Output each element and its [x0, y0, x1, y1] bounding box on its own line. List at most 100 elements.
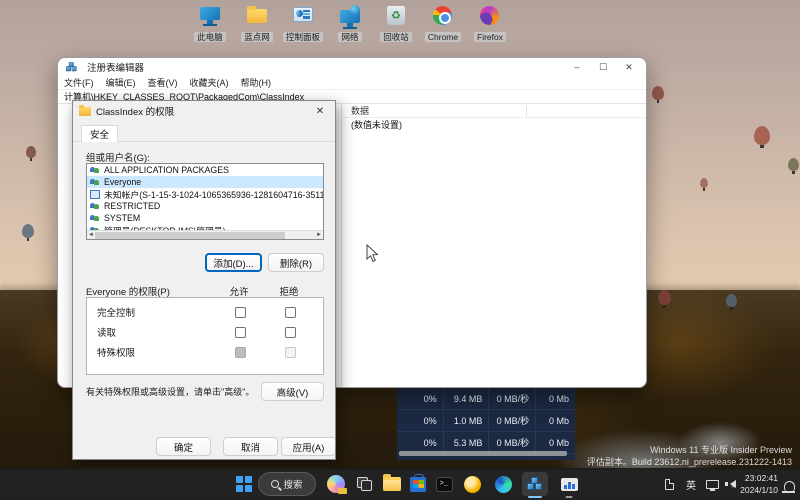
desktop-icon-network[interactable]: 网络 [327, 5, 373, 43]
taskmgr-process-row[interactable]: 0% 9.4 MB 0 MB/秒 0 Mb [397, 388, 575, 410]
column-divider[interactable] [526, 106, 527, 116]
user-list-item[interactable]: SYSTEM [87, 212, 323, 224]
regedit-titlebar[interactable]: 注册表编辑器 – ☐ ✕ [58, 58, 646, 76]
scrollbar-thumb[interactable] [95, 232, 285, 239]
orange-app-button[interactable] [459, 472, 485, 496]
desktop-icon-label: 此电脑 [194, 32, 226, 42]
this-pc-icon [198, 5, 222, 27]
user-list-item[interactable]: 未知帐户(S-1-15-3-1024-1065365936-1281604716… [87, 188, 323, 200]
permissions-for-label: Everyone 的权限(P) [86, 287, 170, 298]
user-list-item[interactable]: ALL APPLICATION PACKAGES [87, 164, 323, 176]
task-manager-taskbar-button[interactable] [556, 472, 582, 498]
apply-button[interactable]: 应用(A) [281, 437, 335, 456]
desktop: 此电脑 蓝点网 控制面板 网络 ♻ 回收站 Chrome Firefox 蓝点网… [0, 0, 800, 500]
remove-button[interactable]: 删除(R) [268, 253, 324, 272]
task-view-button[interactable] [352, 472, 378, 496]
allow-checkbox[interactable] [234, 306, 246, 318]
deny-checkbox[interactable] [284, 306, 296, 318]
control-panel-icon [291, 5, 315, 27]
registry-editor-taskbar-button[interactable] [522, 472, 548, 498]
taskmgr-network-cell: 0 Mb [548, 437, 569, 448]
copilot-button[interactable] [323, 472, 349, 496]
speaker-muted-icon [725, 480, 736, 490]
ok-button[interactable]: 确定 [156, 437, 211, 456]
desktop-icon-recycle-bin[interactable]: ♻ 回收站 [373, 5, 419, 43]
taskmgr-disk-cell: 0 MB/秒 [489, 388, 537, 409]
scroll-right-arrow[interactable]: ► [315, 231, 323, 239]
dialog-titlebar[interactable]: ClassIndex 的权限 ✕ [73, 101, 335, 121]
hot-air-balloon [26, 146, 36, 161]
allow-column-header: 允许 [229, 287, 249, 298]
taskbar-clock[interactable]: 23:02:41 2024/1/10 [740, 472, 778, 496]
file-explorer-button[interactable] [379, 472, 405, 496]
users-group-icon [90, 214, 100, 223]
permission-table: 完全控制 读取 特殊权限 [86, 297, 324, 375]
group-user-listbox: ALL APPLICATION PACKAGES Everyone 未知帐户(S… [86, 163, 324, 240]
user-list-item[interactable]: RESTRICTED [87, 200, 323, 212]
close-icon[interactable]: ✕ [311, 106, 329, 117]
tray-document-button[interactable] [660, 474, 678, 494]
deny-checkbox[interactable] [284, 326, 296, 338]
clock-date: 2024/1/10 [740, 485, 778, 495]
user-list-item-selected[interactable]: Everyone [87, 176, 323, 188]
regedit-app-icon [66, 62, 77, 72]
desktop-icon-firefox[interactable]: Firefox [467, 5, 513, 43]
network-icon [338, 5, 362, 29]
taskmgr-horizontal-scrollbar[interactable] [399, 451, 567, 456]
list-horizontal-scrollbar[interactable]: ◄ ► [87, 230, 323, 239]
desktop-icon-this-pc[interactable]: 此电脑 [187, 5, 233, 43]
hot-air-balloon [700, 178, 708, 191]
folder-icon [79, 104, 91, 116]
cancel-button[interactable]: 取消 [223, 437, 278, 456]
windows-logo-icon [236, 476, 252, 492]
desktop-icon-chrome[interactable]: Chrome [420, 5, 466, 43]
mouse-cursor [366, 244, 379, 263]
terminal-button[interactable]: >_ [431, 472, 457, 496]
active-app-indicator [528, 495, 542, 498]
taskmgr-cpu-cell: 0% [397, 388, 444, 409]
desktop-icon-control-panel[interactable]: 控制面板 [280, 5, 326, 43]
taskbar-search[interactable]: 搜索 [258, 472, 316, 496]
permission-row: 读取 [87, 323, 323, 341]
tray-display-button[interactable] [703, 474, 721, 494]
hot-air-balloon [22, 224, 34, 241]
deny-checkbox-disabled [284, 346, 296, 358]
menu-file[interactable]: 文件(F) [64, 76, 94, 89]
allow-checkbox[interactable] [234, 326, 246, 338]
taskmgr-memory-cell: 5.3 MB [444, 432, 490, 453]
desktop-icon-landian-folder[interactable]: 蓝点网 [234, 5, 280, 43]
hot-air-balloon [726, 294, 737, 310]
search-label: 搜索 [283, 480, 303, 491]
start-button[interactable] [231, 472, 257, 496]
chrome-icon [431, 5, 455, 27]
value-column-header-data[interactable]: 数据 [343, 104, 646, 118]
task-manager-window[interactable]: 0% 9.4 MB 0 MB/秒 0 Mb 0% 1.0 MB 0 MB/秒 0… [397, 385, 575, 460]
menu-help[interactable]: 帮助(H) [241, 76, 272, 89]
search-icon [271, 480, 280, 488]
scroll-left-arrow[interactable]: ◄ [87, 231, 95, 239]
advanced-button[interactable]: 高级(V) [261, 382, 324, 401]
ime-indicator[interactable]: 英 [682, 474, 700, 494]
taskmgr-memory-cell: 9.4 MB [444, 388, 490, 409]
menu-favorites[interactable]: 收藏夹(A) [190, 76, 229, 89]
folder-icon [245, 5, 269, 27]
registry-editor-icon [527, 477, 543, 491]
close-button[interactable]: ✕ [616, 58, 642, 76]
minimize-button[interactable]: – [564, 58, 590, 76]
add-button[interactable]: 添加(D)... [205, 253, 262, 272]
desktop-icon-label: 控制面板 [282, 32, 323, 42]
notification-bell-button[interactable] [780, 476, 798, 496]
taskmgr-process-row[interactable]: 0% 1.0 MB 0 MB/秒 0 Mb [397, 410, 575, 432]
menu-edit[interactable]: 编辑(E) [106, 76, 136, 89]
tab-security[interactable]: 安全 [81, 125, 119, 142]
allow-checkbox-disabled [234, 346, 246, 358]
microsoft-store-button[interactable] [405, 472, 431, 496]
regedit-menubar: 文件(F) 编辑(E) 查看(V) 收藏夹(A) 帮助(H) [58, 76, 646, 90]
edge-button[interactable] [490, 472, 516, 496]
maximize-button[interactable]: ☐ [590, 58, 616, 76]
menu-view[interactable]: 查看(V) [148, 76, 178, 89]
desktop-icon-label: 网络 [338, 32, 362, 42]
taskmgr-network-cell: 0 Mb [548, 415, 569, 426]
registry-value-row[interactable]: (数值未设置) [343, 118, 646, 131]
dialog-tabstrip: 安全 [73, 125, 335, 142]
